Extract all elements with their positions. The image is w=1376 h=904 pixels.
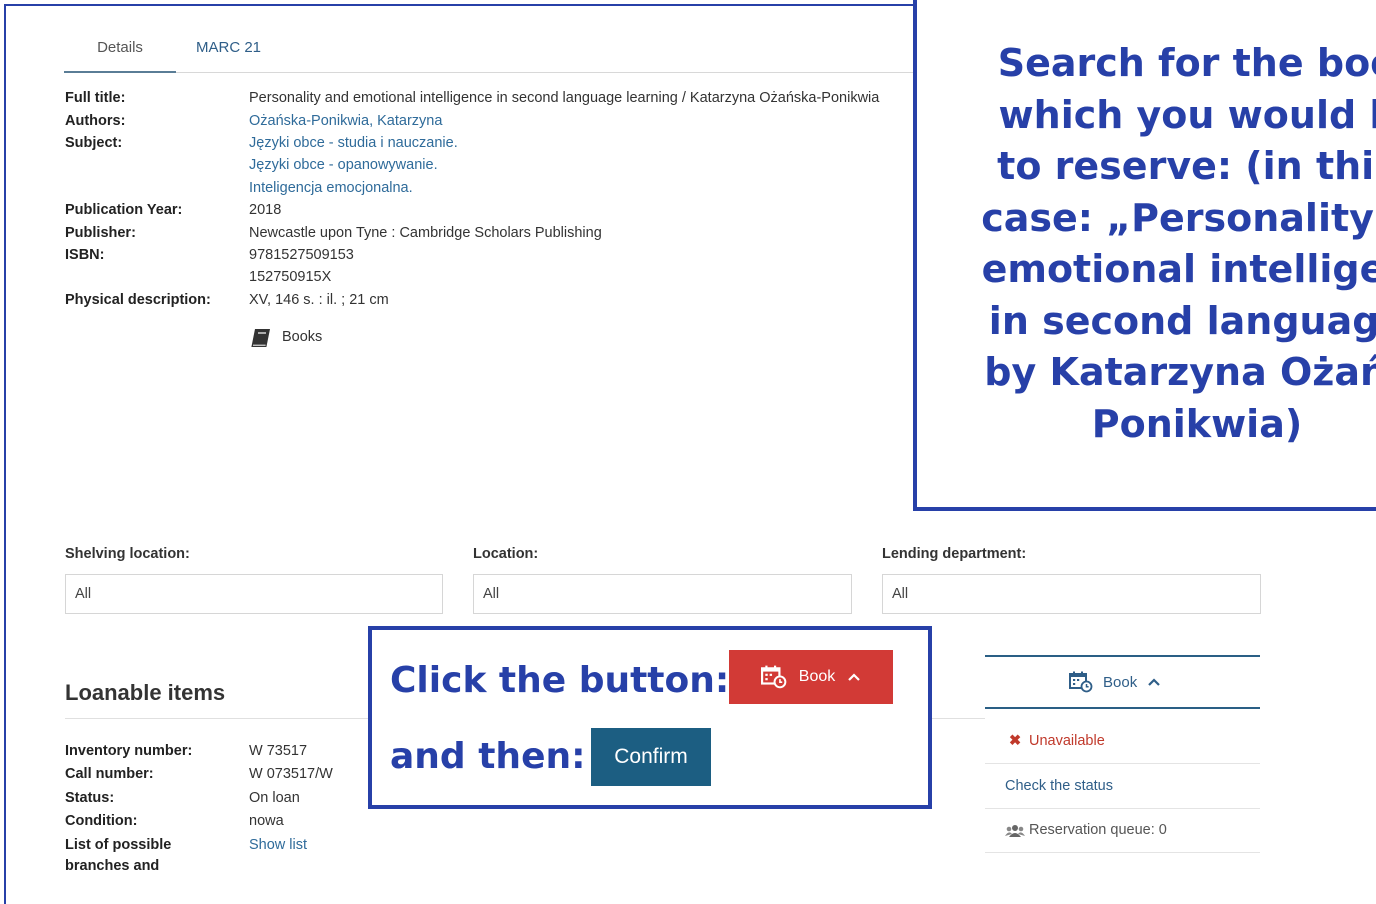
call-number-value: W 073517/W: [249, 766, 333, 782]
confirm-button[interactable]: Confirm: [591, 728, 711, 786]
status-value: On loan: [249, 790, 300, 806]
book-label: Book: [1103, 673, 1138, 691]
shelving-location-label: Shelving location:: [65, 546, 190, 562]
reservation-queue-text: Reservation queue: 0: [1029, 822, 1167, 838]
chevron-up-icon: [1148, 678, 1160, 686]
subject-label: Subject:: [65, 135, 123, 151]
book-button-label: Book: [798, 668, 836, 685]
location-label: Location:: [473, 546, 539, 562]
callout-line: by Katarzyna Ożańs: [984, 350, 1376, 394]
click-instruction-text: Click the button:: [390, 660, 730, 701]
call-number-label: Call number:: [65, 766, 154, 782]
branches-label-cont: branches and: [65, 858, 160, 874]
subject-link[interactable]: Języki obce - opanowywanie.: [249, 157, 438, 173]
year-label: Publication Year:: [65, 202, 183, 218]
isbn-value: 9781527509153: [249, 247, 354, 263]
subject-link[interactable]: Inteligencja emocjonalna.: [249, 180, 413, 196]
status-label: Status:: [65, 790, 115, 806]
publisher-value: Newcastle upon Tyne : Cambridge Scholars…: [249, 225, 602, 241]
lending-department-select[interactable]: All: [882, 574, 1261, 614]
show-list-link[interactable]: Show list: [249, 837, 307, 853]
isbn-value: 152750915X: [249, 269, 332, 285]
isbn-label: ISBN:: [65, 247, 105, 263]
close-icon: ✖: [1009, 733, 1022, 749]
branches-label: List of possible: [65, 837, 172, 853]
search-instruction-text: Search for the boo which you would li to…: [917, 38, 1376, 450]
condition-label: Condition:: [65, 813, 138, 829]
check-status-link[interactable]: Check the status: [985, 764, 1260, 809]
lending-department-label: Lending department:: [882, 546, 1027, 562]
full-title-value: Personality and emotional intelligence i…: [249, 90, 880, 106]
calendar-clock-icon: [760, 665, 787, 689]
book-icon: [251, 329, 270, 347]
users-icon: [1005, 825, 1025, 837]
callout-line: in second language: [988, 298, 1376, 343]
calendar-clock-icon: [1069, 671, 1093, 693]
condition-value: nowa: [249, 813, 284, 829]
callout-line: Search for the boo: [997, 41, 1376, 85]
callout-line: which you would li: [998, 92, 1376, 137]
inventory-label: Inventory number:: [65, 743, 193, 759]
check-status-label: Check the status: [1005, 778, 1113, 794]
callout-line: Ponikwia): [1091, 401, 1303, 446]
author-link[interactable]: Ożańska-Ponikwia, Katarzyna: [249, 113, 442, 129]
format-label: Books: [282, 329, 323, 345]
callout-line: emotional intelligen: [981, 247, 1376, 291]
record-tabs: Details MARC 21: [64, 36, 924, 73]
full-title-label: Full title:: [65, 90, 126, 106]
book-dropdown-button[interactable]: Book: [985, 657, 1260, 709]
instruction-callout-search: Search for the boo which you would li to…: [913, 0, 1376, 511]
then-instruction-text: and then:: [390, 736, 586, 777]
instruction-callout-buttons: Click the button: Book and then: Confirm: [368, 626, 932, 809]
shelving-location-select[interactable]: All: [65, 574, 443, 614]
loanable-items-heading: Loanable items: [65, 680, 226, 705]
callout-line: case: „Personality a: [981, 195, 1376, 240]
tab-marc21[interactable]: MARC 21: [196, 39, 261, 56]
authors-label: Authors:: [65, 113, 126, 129]
tab-details[interactable]: Details: [64, 39, 176, 73]
year-value: 2018: [249, 202, 282, 218]
availability-status: ✖ Unavailable: [985, 719, 1260, 764]
callout-line: to reserve: (in this: [997, 144, 1376, 188]
inventory-value: W 73517: [249, 743, 308, 759]
unavailable-text: Unavailable: [1029, 733, 1105, 749]
reservation-queue: Reservation queue: 0: [985, 809, 1260, 853]
publisher-label: Publisher:: [65, 225, 136, 241]
location-select[interactable]: All: [473, 574, 852, 614]
chevron-up-icon: [848, 673, 861, 681]
physical-label: Physical description:: [65, 292, 211, 308]
subject-link[interactable]: Języki obce - studia i nauczanie.: [249, 135, 458, 151]
book-button-example[interactable]: Book: [729, 650, 893, 704]
physical-value: XV, 146 s. : il. ; 21 cm: [249, 292, 389, 308]
